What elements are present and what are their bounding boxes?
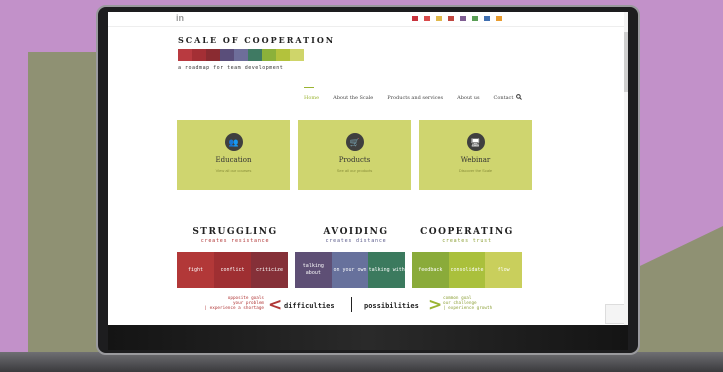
column-struggling: STRUGGLING creates resistance (177, 227, 293, 244)
flag-uk-icon[interactable] (412, 16, 418, 21)
strip-avoiding: talking about on your own talking with (295, 252, 406, 288)
search-icon[interactable] (516, 94, 522, 100)
difficulties-notes: opposite goals your problem | experience… (196, 296, 265, 311)
scale-cell[interactable]: talking about (295, 252, 332, 288)
flag-it-icon[interactable] (472, 16, 478, 21)
divider (351, 297, 352, 312)
scrollbar-thumb[interactable] (624, 32, 628, 92)
card-subtitle[interactable]: Discover the Scale (419, 168, 532, 173)
card-products[interactable]: 🛒 Products See all our products (298, 120, 411, 190)
nav-active-indicator (304, 87, 314, 88)
scale-cell[interactable]: consolidate (448, 252, 486, 288)
column-subheading: creates resistance (200, 238, 270, 244)
card-title: Webinar (460, 156, 491, 164)
flag-nl-icon[interactable] (448, 16, 454, 21)
main-nav: Home About the Scale Products and servic… (304, 95, 513, 101)
column-heading: COOPERATING (420, 227, 514, 237)
note-line: | experience a shortage (204, 306, 265, 311)
column-subheading: creates trust (442, 238, 492, 244)
flag-ro-icon[interactable] (484, 16, 490, 21)
column-cooperating: COOPERATING creates trust (409, 227, 525, 244)
scale-cell[interactable]: conflict (214, 252, 251, 288)
scale-cell[interactable]: feedback (412, 252, 449, 288)
card-webinar[interactable]: 🖥 Webinar Discover the Scale (419, 120, 532, 190)
logo-color-bar (206, 49, 220, 61)
nav-home[interactable]: Home (304, 95, 319, 101)
flag-de-icon[interactable] (436, 16, 442, 21)
nav-contact[interactable]: Contact (494, 95, 514, 101)
column-avoiding: AVOIDING creates distance (298, 227, 414, 244)
card-title: Education (215, 156, 252, 164)
scale-cell[interactable]: flow (485, 252, 523, 288)
scale-cell[interactable]: fight (177, 252, 214, 288)
webinar-icon: 🖥 (466, 133, 485, 151)
nav-about-scale[interactable]: About the Scale (333, 95, 373, 101)
keyboard-reflection (108, 325, 628, 350)
note-line: | experience growth (443, 306, 493, 311)
possibilities-notes: common goal our challenge | experience g… (443, 296, 513, 311)
language-flags (412, 16, 502, 21)
nav-products-services[interactable]: Products and services (387, 95, 443, 101)
column-subheading: creates distance (325, 238, 387, 244)
recaptcha-badge[interactable] (605, 304, 625, 324)
flag-es-icon[interactable] (496, 16, 502, 21)
flag-pl-icon[interactable] (424, 16, 430, 21)
scale-cell[interactable]: on your own (331, 252, 369, 288)
logo-color-bar (290, 49, 304, 61)
card-subtitle[interactable]: See all our products (298, 168, 411, 173)
linkedin-icon[interactable]: in (176, 13, 184, 23)
logo-color-bar (276, 49, 290, 61)
column-heading: AVOIDING (323, 227, 389, 237)
cart-icon: 🛒 (345, 133, 364, 151)
chevron-right-icon: > (428, 295, 443, 315)
strip-struggling: fight conflict criticize (177, 252, 288, 288)
card-education[interactable]: 👥 Education View all our courses (177, 120, 290, 190)
column-heading: STRUGGLING (192, 227, 278, 237)
card-title: Products (338, 156, 371, 164)
scale-cell[interactable]: talking with (368, 252, 406, 288)
logo-color-bar (178, 49, 192, 61)
logo-color-bar (192, 49, 206, 61)
site-logo[interactable]: SCALE OF COOPERATION a roadmap for team … (178, 35, 335, 71)
logo-color-bar (248, 49, 262, 61)
top-bar: in (108, 12, 628, 27)
logo-tagline: a roadmap for team development (178, 65, 284, 71)
card-subtitle[interactable]: View all our courses (177, 168, 290, 173)
logo-color-bar (262, 49, 276, 61)
logo-title: SCALE OF COOPERATION (178, 35, 336, 45)
logo-color-bar (220, 49, 234, 61)
nav-about-us[interactable]: About us (457, 95, 479, 101)
scale-cell[interactable]: criticize (251, 252, 288, 288)
logo-color-bars (178, 49, 335, 61)
logo-color-bar (234, 49, 248, 61)
strip-cooperating: feedback consolidate flow (412, 252, 523, 288)
people-icon: 👥 (224, 133, 243, 151)
laptop-base (0, 352, 723, 372)
chevron-left-icon: < (268, 295, 283, 315)
difficulties-label: difficulties (284, 302, 335, 310)
scale-legend: opposite goals your problem | experience… (108, 296, 628, 316)
flag-hu-icon[interactable] (460, 16, 466, 21)
browser-screen: in SCALE OF COOPERATION a roadmap for te… (108, 12, 628, 325)
feature-cards: 👥 Education View all our courses 🛒 Produ… (177, 120, 532, 190)
possibilities-label: possibilities (364, 302, 419, 310)
